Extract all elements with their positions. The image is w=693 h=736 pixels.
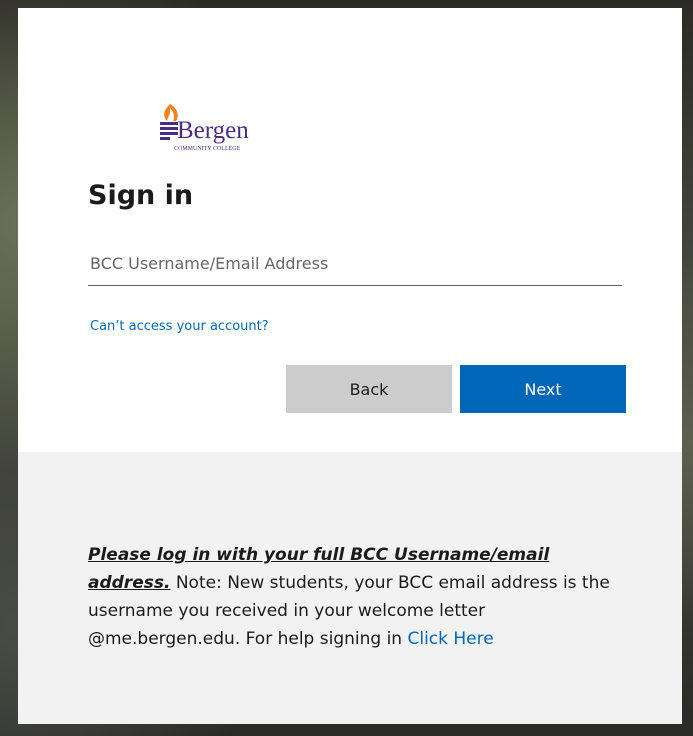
logo-stripe-4 bbox=[160, 137, 170, 140]
back-button[interactable]: Back bbox=[286, 365, 452, 413]
logo-wordmark: Bergen bbox=[177, 117, 249, 144]
logo-stripe-1 bbox=[160, 122, 178, 125]
help-notice-panel: Please log in with your full BCC Usernam… bbox=[18, 452, 682, 724]
help-notice: Please log in with your full BCC Usernam… bbox=[88, 541, 628, 653]
page-title: Sign in bbox=[88, 180, 194, 211]
logo-stripe-3 bbox=[160, 132, 178, 135]
sign-in-card: Bergen COMMUNITY COLLEGE Sign in Can’t a… bbox=[18, 8, 682, 724]
logo-stripe-2 bbox=[160, 127, 178, 130]
flame-icon bbox=[164, 104, 178, 121]
next-button[interactable]: Next bbox=[460, 365, 626, 413]
logo-subtitle: COMMUNITY COLLEGE bbox=[174, 146, 241, 152]
username-input[interactable] bbox=[88, 242, 622, 286]
help-link[interactable]: Click Here bbox=[407, 629, 493, 649]
bergen-logo: Bergen COMMUNITY COLLEGE bbox=[160, 104, 249, 152]
cant-access-account-link[interactable]: Can’t access your account? bbox=[90, 319, 269, 334]
